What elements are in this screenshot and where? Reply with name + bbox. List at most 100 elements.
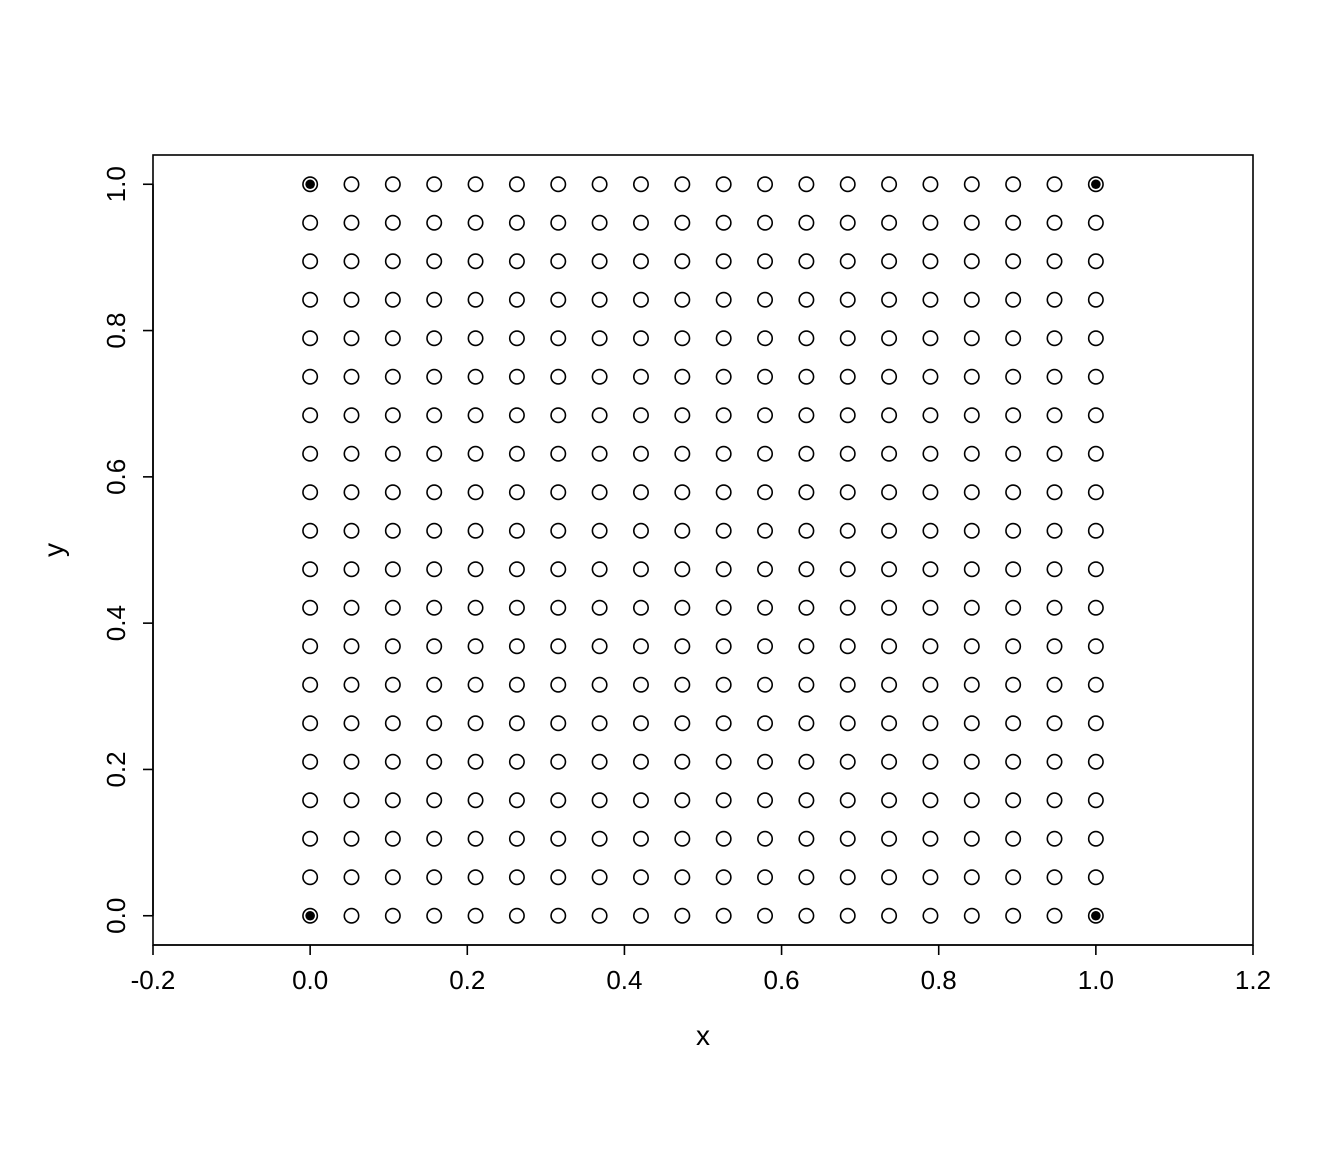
grid-point: [386, 524, 400, 538]
grid-point: [344, 562, 358, 576]
grid-point: [923, 370, 937, 384]
grid-point: [510, 909, 524, 923]
grid-point: [1047, 293, 1061, 307]
grid-point: [510, 716, 524, 730]
grid-point: [592, 832, 606, 846]
grid-point: [799, 447, 813, 461]
grid-point: [510, 639, 524, 653]
grid-point: [758, 716, 772, 730]
grid-point: [344, 331, 358, 345]
grid-point: [965, 485, 979, 499]
grid-point: [303, 832, 317, 846]
grid-point: [716, 870, 730, 884]
grid-point: [510, 562, 524, 576]
grid-point: [510, 216, 524, 230]
grid-point: [799, 870, 813, 884]
grid-point: [882, 293, 896, 307]
grid-point: [634, 331, 648, 345]
scatter-chart: -0.20.00.20.40.60.81.01.2 0.00.20.40.60.…: [0, 0, 1344, 1152]
grid-point: [841, 485, 855, 499]
grid-point: [1089, 485, 1103, 499]
grid-point: [1006, 793, 1020, 807]
grid-point: [468, 447, 482, 461]
grid-point: [1089, 832, 1103, 846]
y-axis-ticks: 0.00.20.40.60.81.0: [101, 166, 153, 934]
grid-point: [841, 832, 855, 846]
grid-point: [882, 331, 896, 345]
grid-point: [882, 716, 896, 730]
y-tick-label: 1.0: [101, 166, 131, 202]
grid-point: [923, 832, 937, 846]
grid-point: [965, 331, 979, 345]
grid-point: [965, 678, 979, 692]
grid-point: [675, 639, 689, 653]
grid-point: [923, 408, 937, 422]
grid-point: [634, 793, 648, 807]
grid-point: [882, 408, 896, 422]
grid-point: [1089, 639, 1103, 653]
grid-point: [675, 562, 689, 576]
grid-point: [1089, 254, 1103, 268]
grid-point: [510, 485, 524, 499]
grid-point: [882, 562, 896, 576]
grid-point: [965, 293, 979, 307]
grid-point: [551, 331, 565, 345]
grid-point: [799, 562, 813, 576]
grid-point: [634, 254, 648, 268]
x-tick-label: 0.8: [921, 965, 957, 995]
grid-point: [716, 447, 730, 461]
grid-point: [468, 601, 482, 615]
grid-point: [799, 216, 813, 230]
grid-point: [427, 177, 441, 191]
grid-point: [344, 177, 358, 191]
grid-point: [965, 870, 979, 884]
grid-point: [386, 293, 400, 307]
grid-point: [468, 370, 482, 384]
x-axis-ticks: -0.20.00.20.40.60.81.01.2: [131, 945, 1271, 995]
grid-point: [1047, 331, 1061, 345]
grid-point: [427, 832, 441, 846]
grid-point: [386, 331, 400, 345]
grid-point: [965, 601, 979, 615]
grid-point: [716, 293, 730, 307]
grid-point: [675, 447, 689, 461]
grid-point: [468, 254, 482, 268]
grid-point: [923, 755, 937, 769]
grid-point: [758, 254, 772, 268]
grid-point: [675, 870, 689, 884]
grid-point: [716, 254, 730, 268]
grid-point: [882, 832, 896, 846]
grid-point: [1047, 254, 1061, 268]
grid-point: [386, 447, 400, 461]
grid-point: [303, 447, 317, 461]
grid-point: [427, 870, 441, 884]
grid-point: [675, 293, 689, 307]
grid-point: [675, 485, 689, 499]
grid-point: [344, 447, 358, 461]
grid-point: [1047, 177, 1061, 191]
grid-point: [1089, 870, 1103, 884]
grid-point: [303, 562, 317, 576]
grid-point: [551, 293, 565, 307]
grid-point: [675, 793, 689, 807]
grid-point: [344, 408, 358, 422]
grid-point: [716, 331, 730, 345]
grid-point: [551, 177, 565, 191]
grid-point: [386, 909, 400, 923]
grid-point: [1089, 408, 1103, 422]
grid-point: [1006, 485, 1020, 499]
grid-point: [882, 177, 896, 191]
grid-point: [758, 524, 772, 538]
grid-point: [1006, 293, 1020, 307]
grid-point: [675, 254, 689, 268]
grid-point: [882, 870, 896, 884]
grid-point: [386, 678, 400, 692]
grid-point: [1089, 216, 1103, 230]
grid-point: [1006, 639, 1020, 653]
grid-point: [923, 331, 937, 345]
grid-point: [716, 639, 730, 653]
grid-point: [510, 293, 524, 307]
grid-point: [1089, 793, 1103, 807]
y-axis-label: y: [38, 543, 69, 557]
grid-point: [386, 870, 400, 884]
